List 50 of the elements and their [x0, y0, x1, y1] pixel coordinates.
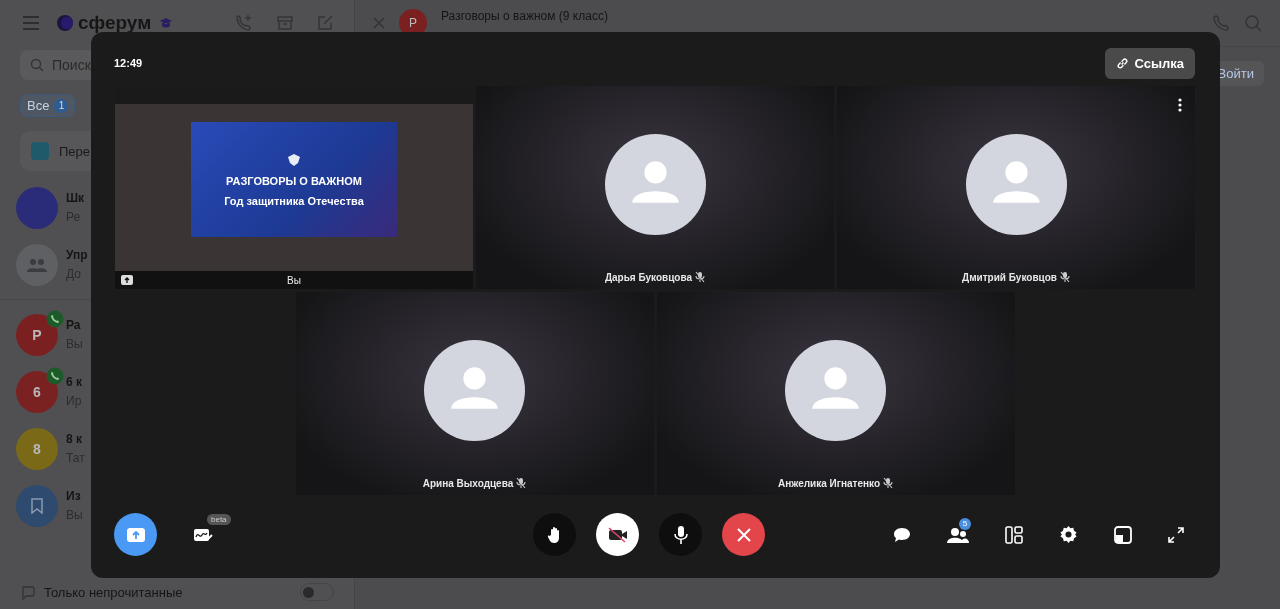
participant-name: Арина Выходцева: [422, 477, 514, 489]
participant-name: Дмитрий Буковцов: [962, 271, 1057, 283]
user-avatar-icon: [965, 134, 1067, 235]
more-icon[interactable]: [1178, 98, 1182, 112]
filter-tab[interactable]: Все 1: [20, 94, 76, 117]
link-icon: [1116, 56, 1130, 70]
end-call-button[interactable]: [722, 513, 765, 556]
user-avatar-icon: [604, 134, 706, 235]
microphone-icon: [673, 524, 688, 545]
chat-avatar: Р: [16, 313, 58, 356]
chat-title: Шк: [66, 190, 85, 206]
close-icon: [735, 526, 752, 543]
layout-icon[interactable]: [1005, 525, 1023, 544]
app-logo: сферум: [78, 12, 152, 34]
chat-title: Из: [66, 488, 82, 504]
participant-name: Вы: [286, 274, 302, 286]
upload-icon: [121, 275, 133, 285]
chat-avatar: 6: [16, 370, 58, 413]
emblem-icon: [286, 152, 302, 167]
participant-name: Анжелика Игнатенко: [777, 477, 881, 489]
beta-badge: beta: [207, 513, 231, 525]
participants-icon[interactable]: [947, 526, 969, 543]
chat-title: Упр: [66, 247, 88, 263]
camera-button[interactable]: [596, 513, 639, 556]
chat-bubble-icon: [20, 584, 36, 600]
raise-hand-button[interactable]: [533, 513, 576, 556]
slide-subtitle: Год защитника Отечества: [224, 194, 364, 207]
user-avatar-icon: [424, 340, 525, 441]
slide-title: РАЗГОВОРЫ О ВАЖНОМ: [226, 174, 362, 187]
whiteboard-icon[interactable]: [193, 526, 213, 543]
logo-icon: [56, 14, 74, 32]
chat-title: 6 к: [66, 374, 82, 390]
chat-title: 8 к: [66, 431, 83, 447]
link-button[interactable]: Ссылка: [1105, 47, 1195, 79]
unread-filter-label: Только непрочитанные: [44, 584, 183, 600]
chat-title: Ра: [66, 317, 82, 333]
participant-name: Дарья Буковцова: [604, 271, 693, 283]
call-timer: 12:49: [114, 57, 143, 69]
upload-icon: [126, 527, 145, 542]
chat-icon[interactable]: [893, 526, 911, 543]
picture-in-picture-icon[interactable]: [1114, 525, 1132, 544]
settings-icon[interactable]: [1059, 525, 1078, 544]
user-avatar-icon: [785, 340, 886, 441]
chat-avatar: 8: [16, 427, 58, 470]
graduation-cap-icon: [159, 17, 174, 29]
fullscreen-icon[interactable]: [1168, 526, 1184, 543]
camera-off-icon: [606, 526, 629, 543]
microphone-button[interactable]: [659, 513, 702, 556]
share-screen-button[interactable]: [114, 513, 157, 556]
participants-count-badge: 5: [959, 517, 971, 530]
